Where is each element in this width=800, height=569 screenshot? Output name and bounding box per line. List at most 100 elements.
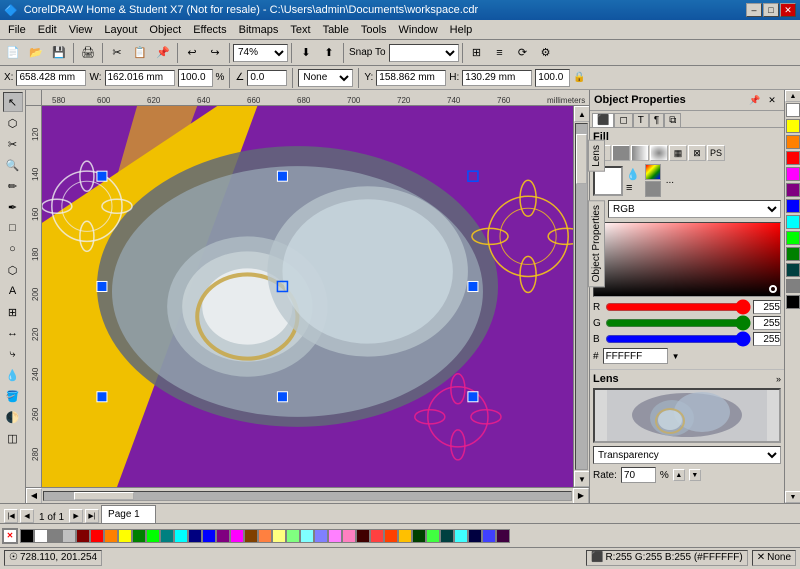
paste-btn[interactable]: 📌 xyxy=(152,42,174,64)
pal-12[interactable] xyxy=(188,529,202,543)
tab-frame[interactable]: ⧉ xyxy=(664,113,681,127)
pal-14[interactable] xyxy=(216,529,230,543)
fill-pattern-btn[interactable]: ▦ xyxy=(669,145,687,161)
minimize-button[interactable]: – xyxy=(746,3,762,17)
connector-tool[interactable]: ⤷ xyxy=(3,344,23,364)
strip-yellow[interactable] xyxy=(786,119,800,133)
pal-26[interactable] xyxy=(384,529,398,543)
pal-21[interactable] xyxy=(314,529,328,543)
tab-text[interactable]: T xyxy=(633,113,649,127)
tab-stroke[interactable]: ◻ xyxy=(614,113,632,127)
pal-0[interactable] xyxy=(20,529,34,543)
canvas[interactable] xyxy=(42,106,573,487)
color-palette-btn[interactable] xyxy=(645,164,661,180)
strip-red[interactable] xyxy=(786,151,800,165)
pal-30[interactable] xyxy=(440,529,454,543)
rect-tool[interactable]: □ xyxy=(3,218,23,238)
zoom-select[interactable]: 74% xyxy=(233,44,288,62)
menu-tools[interactable]: Tools xyxy=(355,20,393,39)
b-slider[interactable] xyxy=(605,333,751,345)
color-model-select[interactable]: RGB xyxy=(608,200,781,218)
panel-pin-btn[interactable]: 📌 xyxy=(747,92,763,108)
eyedropper-tool[interactable]: 💧 xyxy=(3,365,23,385)
pal-16[interactable] xyxy=(244,529,258,543)
y-input[interactable] xyxy=(376,70,446,86)
menu-bitmaps[interactable]: Bitmaps xyxy=(233,20,285,39)
pal-8[interactable] xyxy=(132,529,146,543)
pal-25[interactable] xyxy=(370,529,384,543)
align-btn[interactable]: ⊞ xyxy=(466,42,488,64)
vertical-scrollbar[interactable]: ▲ ▼ xyxy=(573,106,589,487)
none-dropdown[interactable]: None xyxy=(298,69,353,87)
pal-4[interactable] xyxy=(76,529,90,543)
transform-btn[interactable]: ⟳ xyxy=(512,42,534,64)
strip-magenta[interactable] xyxy=(786,167,800,181)
pal-29[interactable] xyxy=(426,529,440,543)
node-tool[interactable]: ⬡ xyxy=(3,113,23,133)
hex-input[interactable] xyxy=(603,348,668,364)
h-pct-input[interactable] xyxy=(535,69,570,87)
strip-blue[interactable] xyxy=(786,199,800,213)
interactive-tool[interactable]: 🌓 xyxy=(3,407,23,427)
menu-text[interactable]: Text xyxy=(284,20,316,39)
save-btn[interactable]: 💾 xyxy=(48,42,70,64)
fill-solid-btn[interactable] xyxy=(612,145,630,161)
text-tool[interactable]: A xyxy=(3,281,23,301)
strip-purple[interactable] xyxy=(786,183,800,197)
strip-dark-teal[interactable] xyxy=(786,263,800,277)
pal-9[interactable] xyxy=(146,529,160,543)
pal-5[interactable] xyxy=(90,529,104,543)
pal-20[interactable] xyxy=(300,529,314,543)
rate-down-btn[interactable]: ▼ xyxy=(689,469,701,481)
import-btn[interactable]: ⬇ xyxy=(295,42,317,64)
strip-dark-green[interactable] xyxy=(786,247,800,261)
copy-btn[interactable]: 📋 xyxy=(129,42,151,64)
pal-2[interactable] xyxy=(48,529,62,543)
transparency-tool[interactable]: ◫ xyxy=(3,428,23,448)
menu-object[interactable]: Object xyxy=(143,20,187,39)
zoom-tool[interactable]: 🔍 xyxy=(3,155,23,175)
color-mixer-btn[interactable] xyxy=(645,181,661,197)
rate-up-btn[interactable]: ▲ xyxy=(673,469,685,481)
crop-tool[interactable]: ✂ xyxy=(3,134,23,154)
pal-7[interactable] xyxy=(118,529,132,543)
more-colors-btn[interactable]: ... xyxy=(664,173,676,188)
fill-linear-btn[interactable] xyxy=(631,145,649,161)
scroll-left-btn[interactable]: ◀ xyxy=(26,488,42,504)
strip-white[interactable] xyxy=(786,103,800,117)
strip-cyan[interactable] xyxy=(786,215,800,229)
rate-input[interactable] xyxy=(621,467,656,483)
open-btn[interactable]: 📂 xyxy=(25,42,47,64)
menu-layout[interactable]: Layout xyxy=(98,20,143,39)
strip-black[interactable] xyxy=(786,295,800,309)
export-btn[interactable]: ⬆ xyxy=(318,42,340,64)
pal-3[interactable] xyxy=(62,529,76,543)
lock-ratio-icon[interactable]: 🔒 xyxy=(573,72,585,83)
pal-10[interactable] xyxy=(160,529,174,543)
x-input[interactable] xyxy=(16,70,86,86)
objprops-side-tab[interactable]: Object Properties xyxy=(589,200,605,287)
fill-postscript-btn[interactable]: PS xyxy=(707,145,725,161)
hex-dropdown-btn[interactable]: ▼ xyxy=(672,352,680,361)
fill-radial-btn[interactable] xyxy=(650,145,668,161)
pal-15[interactable] xyxy=(230,529,244,543)
strip-gray[interactable] xyxy=(786,279,800,293)
r-value[interactable] xyxy=(753,300,781,314)
palette-no-fill[interactable]: ✕ xyxy=(2,528,18,544)
new-btn[interactable]: 📄 xyxy=(2,42,24,64)
pal-11[interactable] xyxy=(174,529,188,543)
parallel-tool[interactable]: ↔ xyxy=(3,323,23,343)
h-input[interactable] xyxy=(462,70,532,86)
menu-window[interactable]: Window xyxy=(393,20,444,39)
g-value[interactable] xyxy=(753,316,781,330)
print-btn[interactable]: 🖨 xyxy=(77,42,99,64)
freehand-tool[interactable]: ✏ xyxy=(3,176,23,196)
page-tab-1[interactable]: Page 1 xyxy=(101,505,156,523)
strip-orange[interactable] xyxy=(786,135,800,149)
ellipse-tool[interactable]: ○ xyxy=(3,239,23,259)
pal-33[interactable] xyxy=(482,529,496,543)
cut-btn[interactable]: ✂ xyxy=(106,42,128,64)
lens-side-tab[interactable]: Lens xyxy=(589,140,605,172)
lens-expand-btn[interactable]: » xyxy=(776,374,781,384)
scroll-up-btn[interactable]: ▲ xyxy=(574,106,589,122)
